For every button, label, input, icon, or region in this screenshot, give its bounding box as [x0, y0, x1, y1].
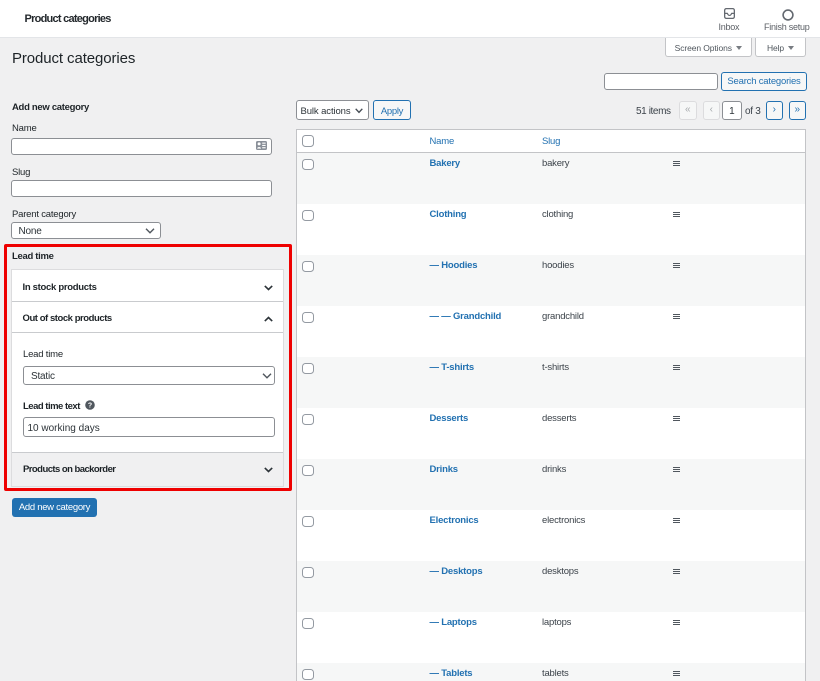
- svg-text:?: ?: [87, 403, 91, 410]
